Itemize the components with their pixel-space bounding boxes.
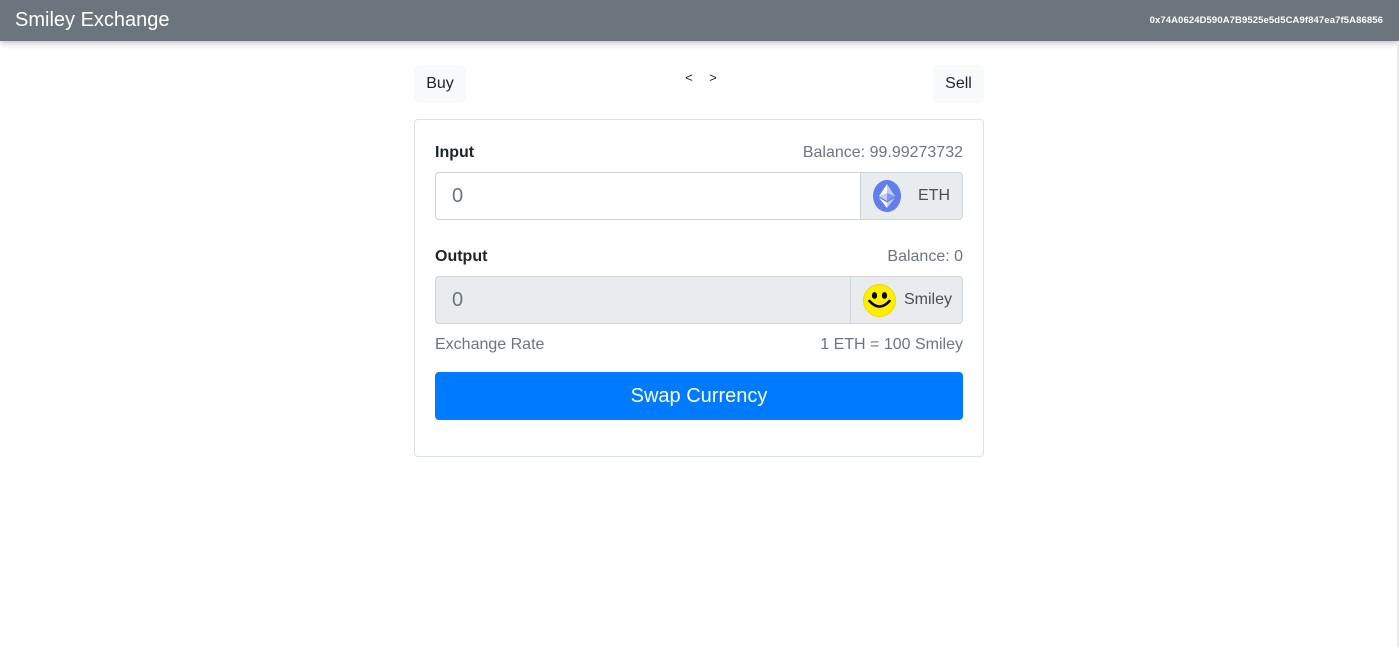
swap-currency-button[interactable]: Swap Currency <box>435 372 963 420</box>
output-group: 0 Smiley <box>435 276 963 324</box>
output-currency-addon: Smiley <box>850 276 963 324</box>
account-address: 0x74A0624D590A7B9525e5d5CA9f847ea7f5A868… <box>1149 15 1383 26</box>
buy-button[interactable]: Buy <box>414 65 466 103</box>
input-group: 0 ETH <box>435 172 963 220</box>
mode-arrows: < > <box>684 70 718 85</box>
sell-button[interactable]: Sell <box>933 65 984 103</box>
exchange-rate-value: 1 ETH = 100 Smiley <box>820 336 963 353</box>
exchange-rate-row: Exchange Rate 1 ETH = 100 Smiley <box>435 336 963 354</box>
prev-arrow-button[interactable]: < <box>684 70 694 85</box>
input-balance: Balance: 99.99273732 <box>802 144 963 161</box>
brand-title[interactable]: Smiley Exchange <box>15 9 170 32</box>
ethereum-icon <box>873 180 901 212</box>
exchange-rate-label: Exchange Rate <box>435 336 545 353</box>
input-currency-label: ETH <box>918 187 950 204</box>
next-arrow-button[interactable]: > <box>708 70 718 85</box>
output-currency-label: Smiley <box>904 291 953 308</box>
navbar: Smiley Exchange 0x74A0624D590A7B9525e5d5… <box>0 0 1399 41</box>
output-balance: Balance: 0 <box>887 248 963 265</box>
smiley-icon <box>863 283 896 317</box>
mode-toggle: Buy < > Sell <box>414 65 984 103</box>
input-header: Input Balance: 99.99273732 <box>435 141 963 165</box>
input-amount-field[interactable]: 0 <box>435 172 860 220</box>
input-label: Input <box>435 144 475 161</box>
swap-card: Input Balance: 99.99273732 0 ETH Output … <box>414 119 984 457</box>
input-currency-addon: ETH <box>860 172 963 220</box>
output-amount-field: 0 <box>435 276 850 324</box>
output-header: Output Balance: 0 <box>435 245 963 269</box>
output-label: Output <box>435 248 488 265</box>
